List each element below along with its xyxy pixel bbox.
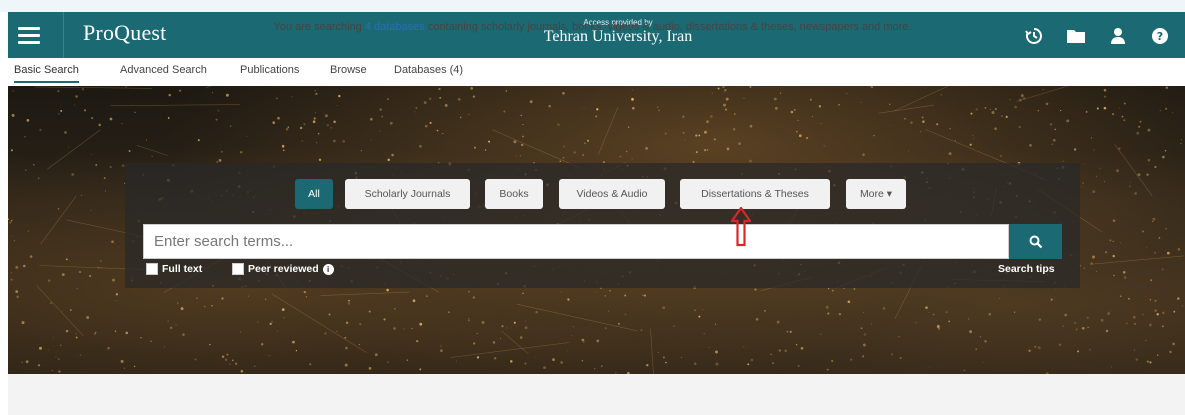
nav-advanced-search[interactable]: Advanced Search bbox=[120, 64, 207, 81]
nav-publications[interactable]: Publications bbox=[240, 64, 299, 81]
peer-reviewed-label: Peer reviewed bbox=[248, 263, 319, 275]
tab-books[interactable]: Books bbox=[485, 179, 543, 209]
footer-prefix: You are searching bbox=[273, 21, 365, 33]
search-button[interactable] bbox=[1009, 224, 1062, 259]
logo-divider bbox=[63, 12, 64, 58]
full-text-checkbox[interactable] bbox=[146, 263, 158, 275]
footer-suffix: containing scholarly journals, books, vi… bbox=[424, 21, 912, 33]
search-tips-link[interactable]: Search tips bbox=[998, 263, 1055, 275]
nav-browse[interactable]: Browse bbox=[330, 64, 367, 81]
annotation-arrow-icon bbox=[731, 207, 751, 247]
nav-databases[interactable]: Databases (4) bbox=[394, 64, 463, 81]
tab-scholarly-journals[interactable]: Scholarly Journals bbox=[345, 179, 470, 209]
tab-more[interactable]: More ▾ bbox=[846, 179, 906, 209]
info-icon[interactable]: i bbox=[322, 263, 334, 275]
tab-dissertations-theses[interactable]: Dissertations & Theses bbox=[680, 179, 830, 209]
footer-bar bbox=[8, 374, 1185, 415]
peer-reviewed-checkbox[interactable] bbox=[232, 263, 244, 275]
top-band bbox=[0, 0, 1185, 12]
databases-link[interactable]: 4 databases bbox=[365, 21, 425, 33]
peer-reviewed-option: Peer reviewed i bbox=[232, 263, 334, 275]
full-text-option: Full text bbox=[146, 263, 202, 275]
nav-basic-search[interactable]: Basic Search bbox=[14, 64, 79, 83]
tab-videos-audio[interactable]: Videos & Audio bbox=[559, 179, 665, 209]
top-header: ProQuest Access provided by Tehran Unive… bbox=[8, 12, 1185, 58]
search-input[interactable] bbox=[144, 225, 1004, 258]
databases-info: You are searching 4 databases containing… bbox=[0, 21, 1185, 33]
search-nav: Basic Search Advanced Search Publication… bbox=[8, 58, 1185, 87]
search-box bbox=[143, 224, 1009, 259]
tab-all[interactable]: All bbox=[295, 179, 333, 209]
full-text-label: Full text bbox=[162, 263, 203, 275]
search-icon bbox=[1029, 235, 1042, 248]
